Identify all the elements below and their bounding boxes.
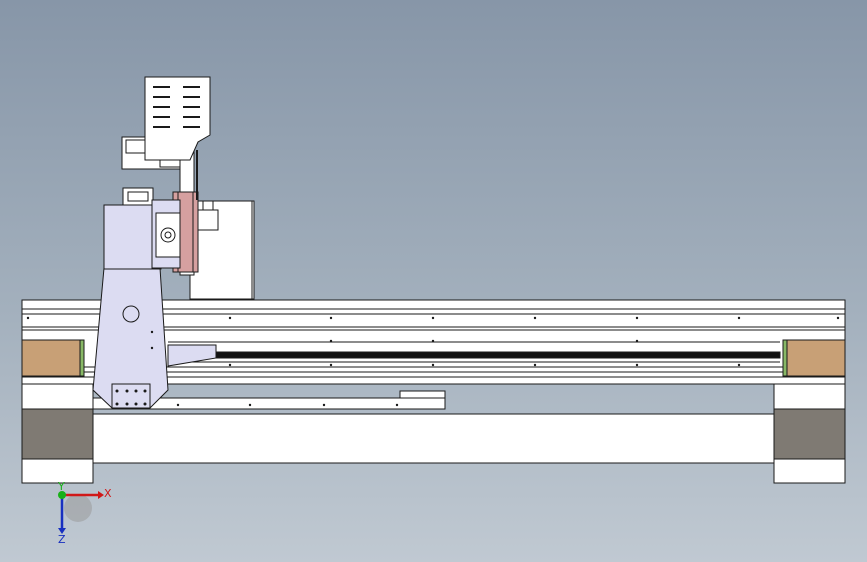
tray-end-cap: [399, 390, 446, 399]
cnc-gantry-drawing[interactable]: X Y Z: [0, 0, 867, 562]
right-leg-dark-block: [773, 408, 846, 460]
left-rail-end: [79, 339, 85, 377]
left-leg-top: [21, 383, 94, 410]
lower-beam: [92, 413, 776, 464]
left-leg-dark-block: [21, 408, 94, 460]
right-wood-insert: [786, 339, 846, 377]
z-axis-label: Z: [58, 533, 66, 546]
y-axis-label: Y: [57, 480, 65, 493]
linear-rail: [167, 351, 781, 359]
x-axis-label: X: [104, 487, 112, 500]
cad-viewport[interactable]: X Y Z: [0, 0, 867, 562]
driver-box: [144, 76, 211, 161]
right-leg-top: [773, 383, 846, 410]
left-wood-insert: [21, 339, 81, 377]
triad-shadow: [64, 494, 92, 522]
right-leg-foot: [773, 458, 846, 484]
sensor-block: [197, 209, 219, 231]
right-rail-end: [782, 339, 788, 377]
carriage-bore: [122, 305, 140, 323]
axis-triad: X Y Z: [57, 480, 112, 546]
